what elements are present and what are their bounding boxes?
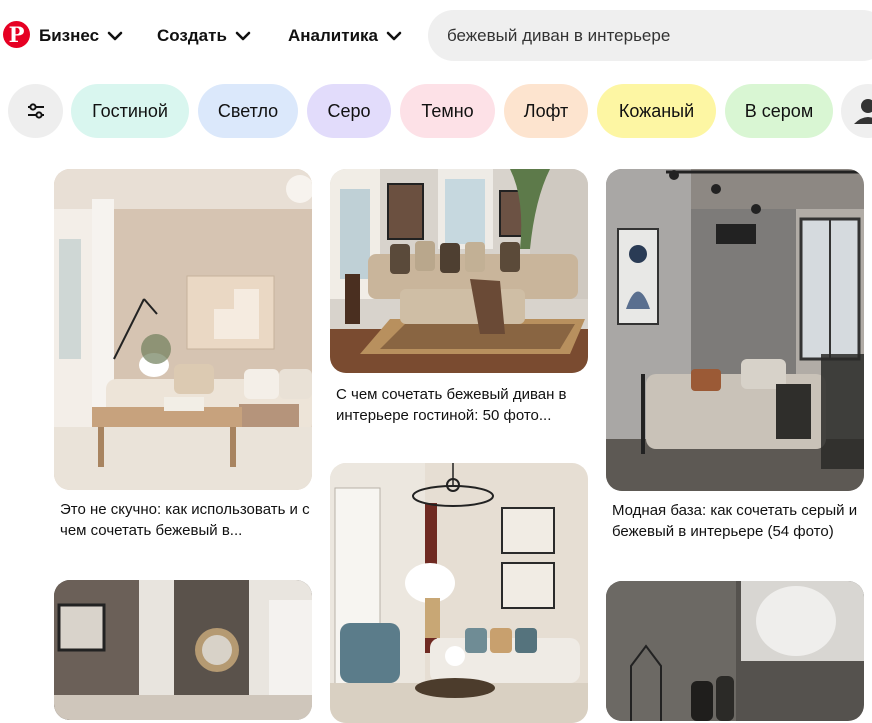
search-query-text: бежевый диван в интерьере <box>447 25 671 45</box>
pinterest-logo-icon[interactable]: P <box>3 21 30 48</box>
dark-grey-decor-image <box>606 581 864 721</box>
pin-image[interactable] <box>54 169 312 490</box>
beige-sectional-sofa-image <box>330 169 588 373</box>
search-input[interactable]: бежевый диван в интерьере <box>428 10 872 61</box>
chip-svetlo[interactable]: Светло <box>198 84 298 138</box>
dark-wood-living-room-image <box>54 580 312 720</box>
nav-analytics-menu[interactable]: Аналитика <box>288 25 402 47</box>
pin-image[interactable] <box>606 169 864 491</box>
chip-label: Лофт <box>523 100 569 121</box>
chip-sero[interactable]: Серо <box>307 84 391 138</box>
pin-image[interactable] <box>330 463 588 723</box>
chip-label: Кожаный <box>618 100 695 121</box>
sliders-icon <box>27 103 44 119</box>
chip-label: Гостиной <box>92 100 168 121</box>
filter-settings-button[interactable] <box>8 84 63 138</box>
pin-card[interactable]: Это не скучно: как использовать и с чем … <box>54 169 312 539</box>
pin-card[interactable]: С чем сочетать бежевый диван в интерьере… <box>330 169 588 439</box>
pin-caption[interactable]: С чем сочетать бежевый диван в интерьере… <box>336 384 586 426</box>
nav-business-menu[interactable]: Бизнес <box>39 25 123 47</box>
chip-label: Серо <box>327 100 371 121</box>
pin-image[interactable] <box>606 581 864 721</box>
chip-loft[interactable]: Лофт <box>504 84 588 138</box>
pin-card[interactable] <box>606 581 864 721</box>
pin-caption[interactable]: Это не скучно: как использовать и с чем … <box>60 499 310 541</box>
nav-analytics-label: Аналитика <box>288 26 378 45</box>
nav-create-label: Создать <box>157 26 227 45</box>
pin-card[interactable] <box>54 580 312 720</box>
top-navigation-bar: P Бизнес Создать Аналитика бежевый диван… <box>0 0 872 72</box>
pin-card[interactable]: Модная база: как сочетать серый и бежевы… <box>606 169 864 559</box>
chip-gostinoy[interactable]: Гостиной <box>71 84 189 138</box>
chip-kozhanyy[interactable]: Кожаный <box>597 84 716 138</box>
nav-create-menu[interactable]: Создать <box>157 25 251 47</box>
chevron-down-icon <box>386 31 402 41</box>
chip-avatar-image[interactable] <box>841 84 872 138</box>
light-living-room-chandelier-image <box>330 463 588 723</box>
pin-image[interactable] <box>330 169 588 373</box>
chevron-down-icon <box>107 31 123 41</box>
chevron-down-icon <box>235 31 251 41</box>
nav-business-label: Бизнес <box>39 26 100 45</box>
beige-living-room-image <box>54 169 312 490</box>
pin-image[interactable] <box>54 580 312 720</box>
grey-beige-living-room-image <box>606 169 864 491</box>
user-silhouette-icon <box>854 99 872 124</box>
chip-temno[interactable]: Темно <box>400 84 495 138</box>
chip-label: Темно <box>421 100 474 121</box>
pin-card[interactable] <box>330 463 588 723</box>
chip-v-serom[interactable]: В сером <box>725 84 833 138</box>
chip-label: Светло <box>217 100 279 121</box>
pin-caption[interactable]: Модная база: как сочетать серый и бежевы… <box>612 500 862 542</box>
chip-label: В сером <box>744 100 814 121</box>
